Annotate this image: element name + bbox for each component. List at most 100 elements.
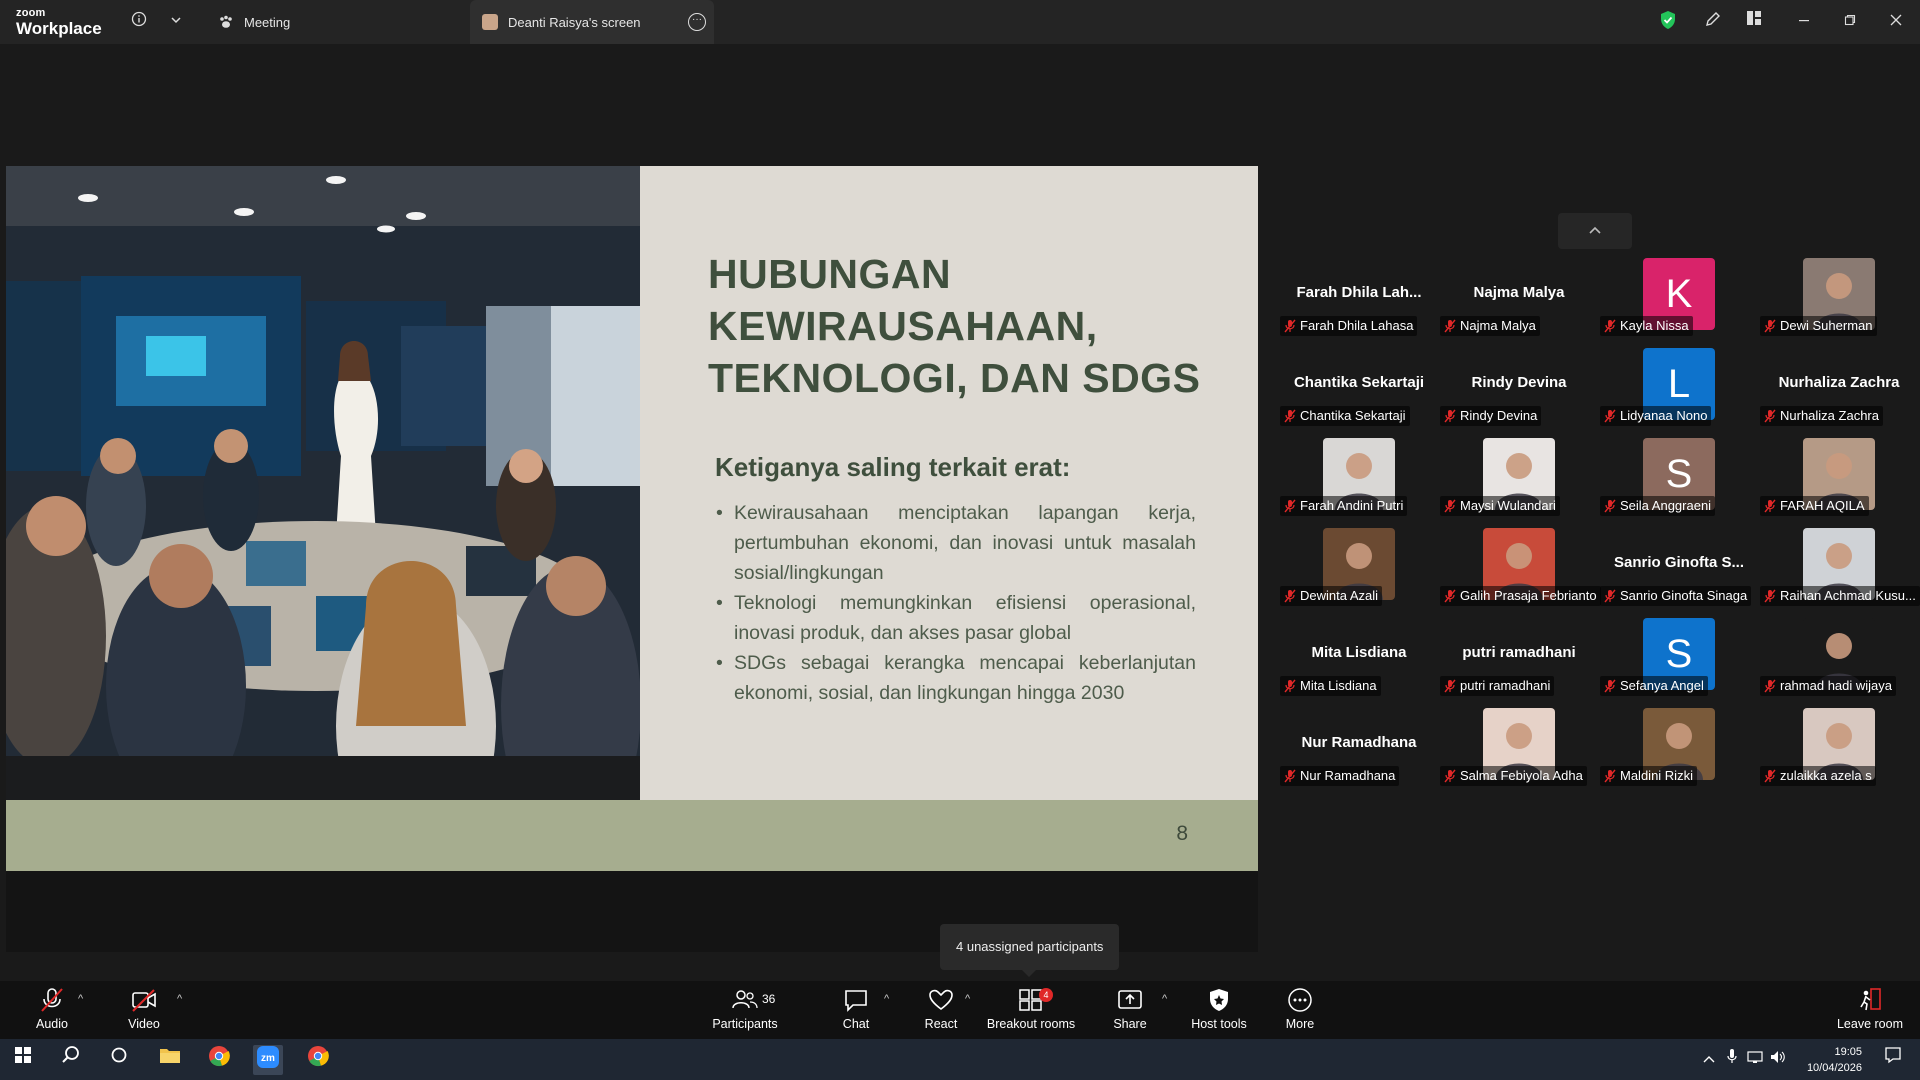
host-shield-icon (1205, 987, 1233, 1013)
participants-icon (731, 987, 759, 1013)
heart-icon (927, 987, 955, 1013)
breakout-rooms-button[interactable]: Breakout rooms (976, 985, 1086, 1037)
participant-tile[interactable]: K Kayla Nissa (1592, 256, 1752, 340)
participant-tile[interactable]: Nur Ramadhana Nur Ramadhana (1272, 706, 1432, 790)
participant-tile[interactable]: Maysi Wulandari (1432, 436, 1592, 520)
restore-icon[interactable] (1838, 10, 1862, 34)
participant-tile[interactable]: Najma Malya Najma Malya (1432, 256, 1592, 340)
muted-microphone-icon (1604, 499, 1616, 513)
video-caret-icon[interactable]: ^ (177, 993, 182, 1005)
participant-tile[interactable]: Chantika Sekartaji Chantika Sekartaji (1272, 346, 1432, 430)
participant-tile[interactable]: S Seila Anggraeni (1592, 436, 1752, 520)
zoom-logo: zoom Workplace (16, 8, 102, 38)
pencil-icon[interactable] (1701, 10, 1725, 34)
unassigned-participants-tooltip: 4 unassigned participants (940, 924, 1120, 977)
video-button[interactable]: Video (89, 985, 199, 1037)
participant-tile[interactable]: zulaikka azela s (1752, 706, 1912, 790)
audio-caret-icon[interactable]: ^ (78, 993, 83, 1005)
muted-microphone-icon (1444, 769, 1456, 783)
host-tools-label: Host tools (1191, 1017, 1247, 1031)
participant-name: Sefanya Angel (1620, 678, 1704, 693)
tab-shared-screen[interactable]: Deanti Raisya's screen ··· (470, 0, 714, 44)
participant-tile[interactable]: Dewinta Azali (1272, 526, 1432, 610)
participant-display-name: Rindy Devina (1471, 374, 1567, 391)
participant-tile[interactable]: FARAH AQILA (1752, 436, 1912, 520)
slide-page-number: 8 (1176, 822, 1188, 845)
video-off-icon (130, 987, 158, 1013)
participant-tile[interactable]: Sanrio Ginofta S... Sanrio Ginofta Sinaga (1592, 526, 1752, 610)
react-caret-icon[interactable]: ^ (965, 993, 970, 1005)
muted-microphone-icon (1284, 319, 1296, 333)
chrome-icon[interactable] (204, 1045, 234, 1075)
participant-tile[interactable]: Mita Lisdiana Mita Lisdiana (1272, 616, 1432, 700)
participant-name: Chantika Sekartaji (1300, 408, 1406, 423)
participant-tile[interactable]: S Sefanya Angel (1592, 616, 1752, 700)
participant-name: putri ramadhani (1460, 678, 1551, 693)
tray-microphone-icon[interactable] (1723, 1045, 1741, 1075)
participant-tile[interactable]: rahmad hadi wijaya (1752, 616, 1912, 700)
participant-tile[interactable]: Salma Febiyola Adha (1432, 706, 1592, 790)
cortana-icon[interactable] (104, 1045, 134, 1075)
more-button[interactable]: More (1245, 985, 1355, 1037)
participant-display-name: Chantika Sekartaji (1293, 374, 1425, 391)
meeting-room-photo (6, 166, 640, 800)
notifications-icon[interactable] (1878, 1045, 1908, 1075)
slide-footer: 8 (6, 800, 1258, 871)
participant-tile[interactable]: Rindy Devina Rindy Devina (1432, 346, 1592, 430)
search-icon[interactable] (56, 1045, 86, 1075)
participant-name-label: Maysi Wulandari (1440, 496, 1560, 516)
leave-room-button[interactable]: Leave room (1815, 985, 1920, 1037)
chevron-down-icon[interactable] (166, 11, 186, 31)
close-icon[interactable] (1884, 10, 1908, 34)
layout-icon[interactable] (1742, 10, 1766, 34)
participant-name: Farah Dhila Lahasa (1300, 318, 1414, 333)
muted-microphone-icon (1284, 769, 1296, 783)
participant-name-label: Maldini Rizki (1600, 766, 1697, 786)
more-options-icon[interactable]: ··· (688, 13, 706, 31)
participant-display-name: Najma Malya (1473, 284, 1565, 301)
participant-tile[interactable]: Farah Andini Putri (1272, 436, 1432, 520)
participant-tile[interactable]: putri ramadhani putri ramadhani (1432, 616, 1592, 700)
muted-microphone-icon (1764, 319, 1776, 333)
participant-tile[interactable]: L Lidyanaa Nono (1592, 346, 1752, 430)
leave-door-icon (1856, 987, 1884, 1013)
participant-display-name: Nur Ramadhana (1301, 734, 1417, 751)
participant-name-label: Chantika Sekartaji (1280, 406, 1410, 426)
muted-microphone-icon (1284, 499, 1296, 513)
participant-tile[interactable]: Raihan Achmad Kusu... (1752, 526, 1920, 610)
participant-name-label: putri ramadhani (1440, 676, 1555, 696)
zoom-app-icon[interactable]: zm (253, 1045, 283, 1075)
participant-name: Maysi Wulandari (1460, 498, 1556, 513)
minimize-icon[interactable] (1792, 10, 1816, 34)
participant-name-label: Sefanya Angel (1600, 676, 1708, 696)
participant-tile[interactable]: Maldini Rizki (1592, 706, 1752, 790)
tray-chevron-up-icon[interactable] (1700, 1045, 1718, 1075)
participant-name: Dewinta Azali (1300, 588, 1379, 603)
windows-start-icon[interactable] (8, 1045, 38, 1075)
participant-display-name: putri ramadhani (1462, 644, 1576, 661)
tab-meeting[interactable]: Meeting (218, 0, 468, 44)
participant-tile[interactable]: Farah Dhila Lah... Farah Dhila Lahasa (1272, 256, 1432, 340)
taskbar-clock[interactable]: 19:05 10/04/2026 (1807, 1044, 1862, 1076)
participant-tile[interactable]: Galih Prasaja Febrianto (1432, 526, 1601, 610)
participant-name-label: Kayla Nissa (1600, 316, 1693, 336)
participant-name-label: Salma Febiyola Adha (1440, 766, 1587, 786)
network-icon[interactable] (1746, 1045, 1764, 1075)
collapse-gallery-button[interactable] (1558, 213, 1632, 249)
volume-icon[interactable] (1769, 1045, 1787, 1075)
chat-icon (842, 987, 870, 1013)
file-explorer-icon[interactable] (155, 1045, 185, 1075)
participant-name-label: Mita Lisdiana (1280, 676, 1381, 696)
chrome-profile-icon[interactable] (303, 1045, 333, 1075)
participant-name-label: Dewi Suherman (1760, 316, 1877, 336)
shield-icon[interactable] (1656, 10, 1680, 34)
participant-tile[interactable]: Nurhaliza Zachra Nurhaliza Zachra (1752, 346, 1912, 430)
participant-display-name: Mita Lisdiana (1311, 644, 1407, 661)
muted-microphone-icon (1764, 589, 1776, 603)
info-icon[interactable] (129, 11, 149, 31)
slide-title: HUBUNGAN KEWIRAUSAHAAN, TEKNOLOGI, DAN S… (708, 251, 1201, 401)
participants-button[interactable]: Participants (690, 985, 800, 1037)
participant-tile[interactable]: Dewi Suherman (1752, 256, 1912, 340)
slide-subtitle: Ketiganya saling terkait erat: (715, 452, 1071, 482)
share-screen-icon (1116, 987, 1144, 1013)
